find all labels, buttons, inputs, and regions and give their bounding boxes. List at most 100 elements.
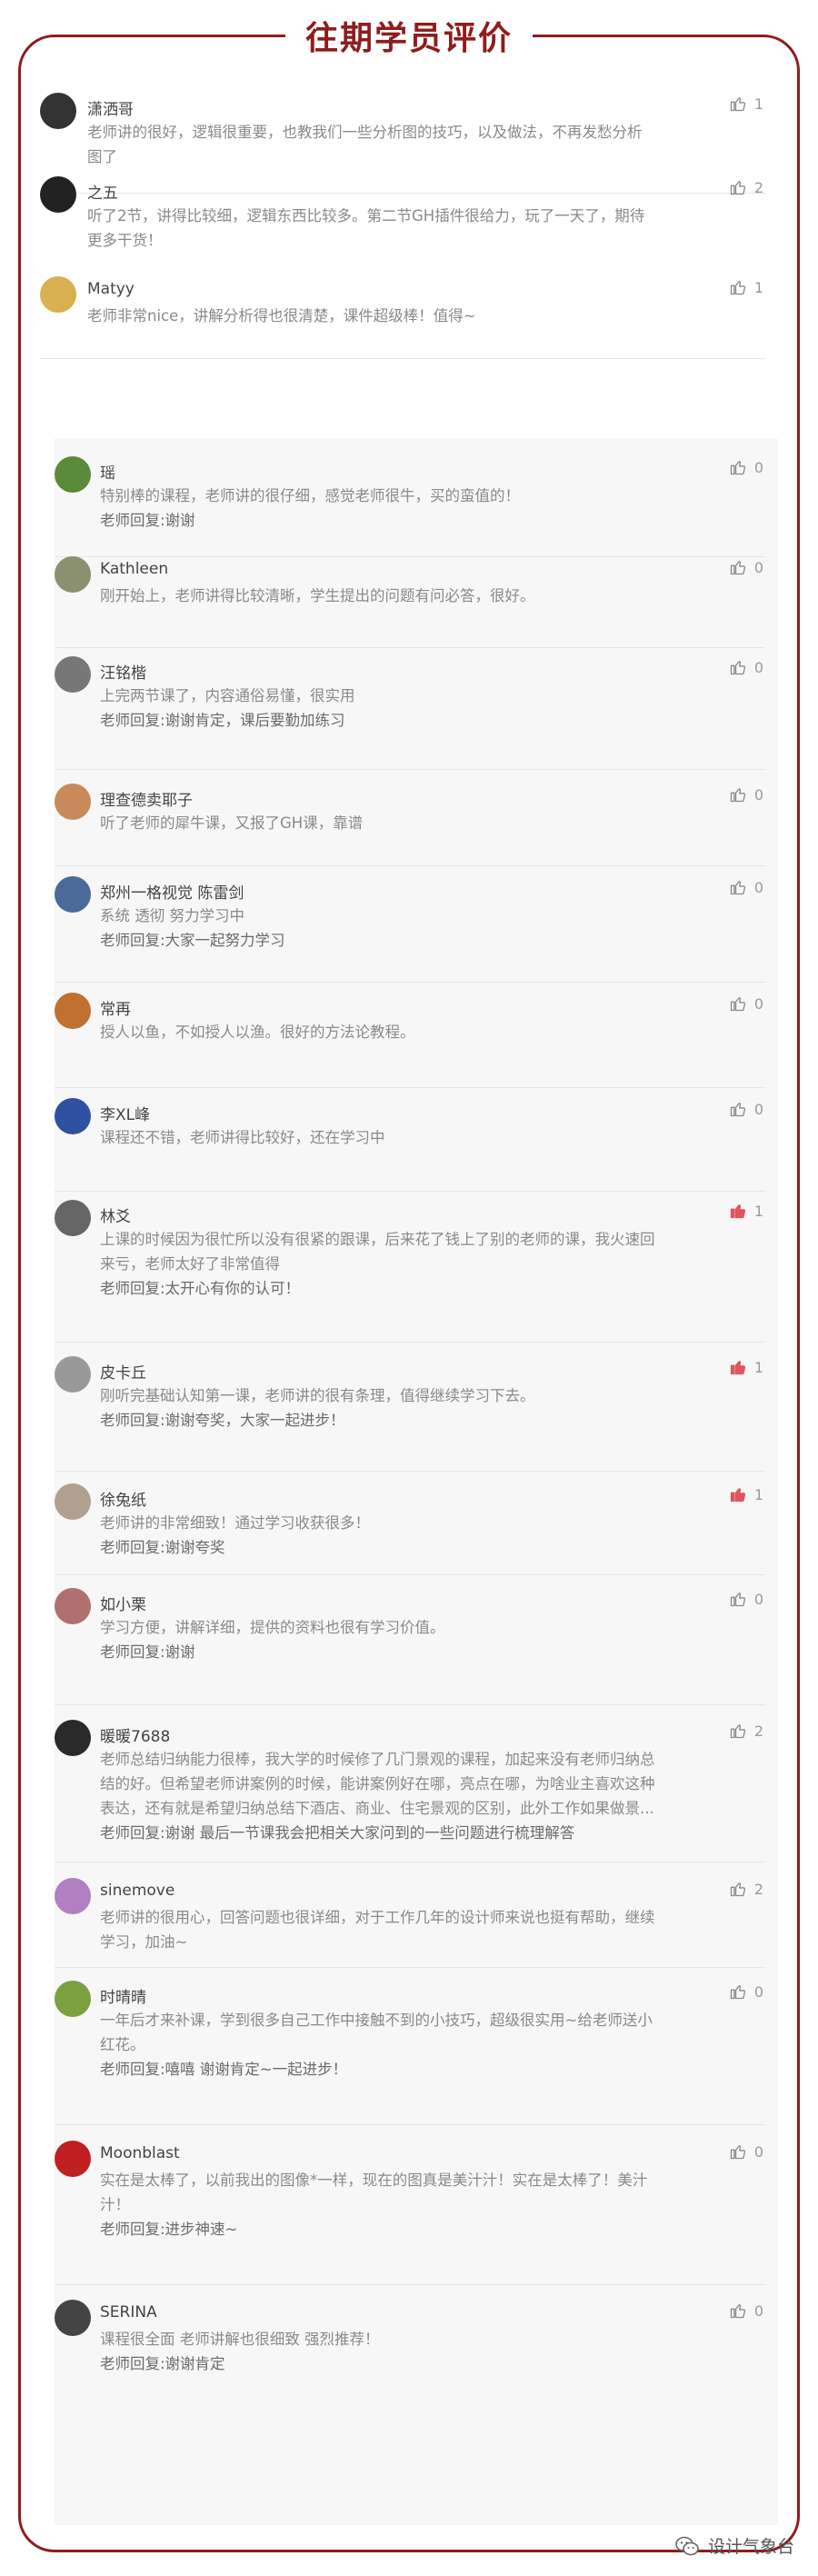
avatar[interactable] [55, 1981, 91, 2017]
review-comment: 授人以鱼，不如授人以渔。很好的方法论教程。 [100, 1023, 415, 1041]
like-button[interactable]: 0 [729, 2301, 763, 2320]
thumbs-up-icon [730, 1882, 745, 1897]
avatar[interactable] [40, 176, 76, 213]
reviewer-name: SERINA [100, 2303, 157, 2321]
review-item: Moonblast 实在是太棒了，以前我出的图像*一样，现在的图真是美汁汁！实在是… [55, 2141, 778, 2284]
like-button[interactable]: 2 [729, 1880, 763, 1898]
review-comment: 实在是太棒了，以前我出的图像*一样，现在的图真是美汁汁！实在是太棒了！美汁 汁！ [100, 2172, 648, 2213]
reviewer-name: Matyy [87, 280, 135, 298]
avatar[interactable] [55, 1720, 91, 1756]
avatar[interactable] [55, 1588, 91, 1624]
thumbs-up-icon [730, 1103, 745, 1117]
avatar[interactable] [40, 276, 76, 313]
thumbs-up-icon [730, 181, 745, 195]
like-button[interactable]: 0 [729, 785, 763, 804]
reviews-panel-main: 瑶特别棒的课程，老师讲的很仔细，感觉老师很牛，买的蛮值的！ 老师回复:谢谢 0 Kat… [55, 438, 778, 2525]
avatar[interactable] [55, 2141, 91, 2177]
watermark: 设计气象台 [675, 2533, 794, 2558]
like-button[interactable]: 0 [729, 658, 763, 676]
divider [55, 1967, 765, 1968]
avatar[interactable] [55, 784, 91, 820]
thumbs-up-icon [730, 281, 745, 295]
reviewer-name: 林爻 [100, 1208, 131, 1226]
teacher-reply: 老师回复:太开心有你的认可！ [100, 1280, 301, 1297]
watermark-label: 设计气象台 [707, 2537, 794, 2557]
divider [55, 2124, 765, 2125]
like-button[interactable]: 0 [729, 994, 763, 1013]
thumbs-up-icon [730, 1724, 745, 1739]
avatar[interactable] [55, 1878, 91, 1914]
reviewer-name: 之五 [87, 185, 118, 203]
avatar[interactable] [55, 456, 91, 493]
divider [55, 982, 765, 983]
thumbs-up-icon [730, 1204, 745, 1219]
like-button[interactable]: 1 [729, 1202, 763, 1220]
teacher-reply: 老师回复:谢谢夸奖，大家一起进步！ [100, 1412, 345, 1429]
reviewer-name: 如小栗 [100, 1596, 146, 1614]
like-button[interactable]: 0 [729, 558, 763, 576]
reviewer-name: sinemove [100, 1882, 175, 1900]
divider [55, 1704, 765, 1705]
avatar[interactable] [55, 876, 91, 913]
reviewer-name: 郑州一格视觉 陈雷剑 [100, 884, 244, 903]
like-button[interactable]: 1 [729, 95, 763, 113]
like-button[interactable]: 0 [729, 878, 763, 896]
avatar[interactable] [55, 1200, 91, 1236]
reviewer-name: 时晴晴 [100, 1989, 146, 2007]
avatar[interactable] [55, 556, 91, 593]
divider [55, 1574, 765, 1575]
avatar[interactable] [55, 993, 91, 1029]
avatar[interactable] [55, 656, 91, 693]
review-comment: 听了老师的犀牛课，又报了GH课，靠谱 [100, 814, 364, 832]
divider [55, 1471, 765, 1472]
like-button[interactable]: 1 [729, 1358, 763, 1376]
teacher-reply: 老师回复:谢谢 [100, 512, 195, 529]
like-button[interactable]: 2 [729, 178, 763, 196]
avatar[interactable] [55, 2300, 91, 2336]
reviewer-name: 潇洒哥 [87, 101, 134, 119]
like-button[interactable]: 0 [729, 1982, 763, 2001]
reviewer-name: 瑶 [100, 464, 115, 483]
thumbs-up-icon [730, 2304, 745, 2319]
thumbs-up-icon [730, 1985, 745, 2000]
like-count: 1 [753, 1358, 763, 1376]
reviewer-name: Kathleen [100, 560, 169, 578]
avatar[interactable] [40, 93, 76, 129]
review-comment: 听了2节，讲得比较细，逻辑东西比较多。第二节GH插件很给力，玩了一天了，期待 更… [87, 207, 645, 249]
like-count: 0 [753, 2142, 763, 2161]
review-comment: 老师讲的很好，逻辑很重要，也教我们一些分析图的技巧，以及做法，不再发愁分析 图了 [87, 124, 643, 165]
divider [55, 1087, 765, 1088]
avatar[interactable] [55, 1098, 91, 1134]
reviewer-name: 徐兔纸 [100, 1492, 146, 1510]
divider [40, 358, 765, 359]
review-item: 徐兔纸 老师讲的非常细致！通过学习收获很多！ 老师回复:谢谢夸奖 1 [55, 1483, 778, 1574]
review-comment: 老师讲的很用心，回答问题也很详细，对于工作几年的设计师来说也挺有帮助，继续 学习… [100, 1909, 655, 1951]
teacher-reply: 老师回复:谢谢 [100, 1643, 195, 1661]
divider [55, 1342, 765, 1343]
review-item: Matyy 老师非常nice，讲解分析得也很清楚，课件超级棒！值得~ 1 [40, 276, 778, 358]
review-comment: 学习方便，讲解详细，提供的资料也很有学习价值。 [100, 1619, 445, 1636]
review-item: sinemove 老师讲的很用心，回答问题也很详细，对于工作几年的设计师来说也挺有… [55, 1878, 778, 1967]
reviewer-name: Moonblast [100, 2144, 180, 2162]
like-button[interactable]: 1 [729, 1485, 763, 1503]
avatar[interactable] [55, 1356, 91, 1393]
like-count: 0 [753, 1982, 763, 2001]
divider [55, 865, 765, 866]
review-item: 瑶特别棒的课程，老师讲的很仔细，感觉老师很牛，买的蛮值的！ 老师回复:谢谢 0 [55, 456, 778, 556]
teacher-reply: 老师回复:谢谢肯定 [100, 2355, 225, 2372]
like-count: 2 [753, 178, 763, 196]
like-button[interactable]: 0 [729, 458, 763, 476]
like-count: 0 [753, 994, 763, 1013]
like-button[interactable]: 0 [729, 2142, 763, 2161]
thumbs-up-icon [730, 1488, 745, 1503]
review-comment: 特别棒的课程，老师讲的很仔细，感觉老师很牛，买的蛮值的！ [100, 487, 520, 504]
like-button[interactable]: 1 [729, 278, 763, 296]
like-count: 0 [753, 558, 763, 576]
like-button[interactable]: 2 [729, 1722, 763, 1740]
reviewer-name: 暖暖7688 [100, 1728, 171, 1746]
review-item: 如小栗学习方便，讲解详细，提供的资料也很有学习价值。 老师回复:谢谢 0 [55, 1588, 778, 1704]
thumbs-up-icon [730, 788, 745, 803]
like-button[interactable]: 0 [729, 1100, 763, 1118]
avatar[interactable] [55, 1483, 91, 1520]
like-button[interactable]: 0 [729, 1590, 763, 1608]
